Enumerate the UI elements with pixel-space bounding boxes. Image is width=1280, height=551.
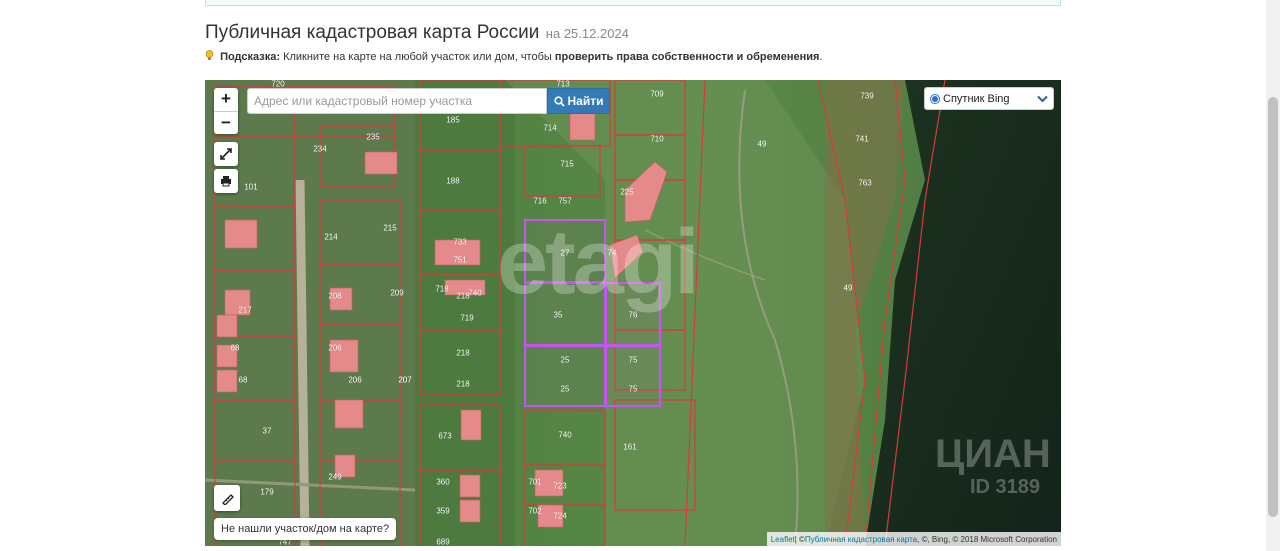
plot-number-label[interactable]: 723 bbox=[553, 482, 566, 491]
search-button-label: Найти bbox=[567, 94, 604, 108]
plot-number-label[interactable]: 206 bbox=[328, 344, 341, 353]
plot-number-label[interactable]: 360 bbox=[436, 478, 449, 487]
chevron-down-icon bbox=[1037, 95, 1048, 102]
cadastral-map[interactable]: 720 713 709 739 185 714 710 235 234 49 741 715 101 18… bbox=[205, 80, 1061, 546]
plot-number-label[interactable]: 101 bbox=[244, 183, 257, 192]
lightbulb-icon bbox=[205, 50, 214, 60]
plot-number-label[interactable]: 37 bbox=[263, 427, 272, 436]
page-scrollbar[interactable] bbox=[1266, 0, 1280, 551]
pkk-link[interactable]: Публичная кадастровая карта bbox=[805, 535, 917, 544]
plot-number-label[interactable]: 718 bbox=[435, 285, 448, 294]
plot-number-label[interactable]: 741 bbox=[855, 135, 868, 144]
plot-number-label[interactable]: 75 bbox=[629, 356, 638, 365]
print-button[interactable] bbox=[214, 169, 238, 193]
plot-number-label[interactable]: 185 bbox=[446, 116, 459, 125]
page-title: Публичная кадастровая карта России bbox=[205, 22, 540, 43]
search-icon bbox=[553, 95, 565, 107]
plot-number-label[interactable]: 673 bbox=[438, 432, 451, 441]
plot-number-label[interactable]: 68 bbox=[239, 376, 248, 385]
etagi-watermark: etagi bbox=[497, 211, 700, 313]
plot-number-label[interactable]: 716 bbox=[533, 197, 546, 206]
zoom-out-button[interactable]: − bbox=[214, 111, 238, 134]
hint-line: Подсказка: Кликните на карте на любой уч… bbox=[205, 50, 822, 63]
cadastral-search-input[interactable] bbox=[247, 88, 547, 114]
plot-number-label[interactable]: 702 bbox=[528, 507, 541, 516]
map-attribution: Leaflet | © Публичная кадастровая карта … bbox=[766, 532, 1061, 546]
plot-number-label[interactable]: 214 bbox=[324, 233, 337, 242]
search-button[interactable]: Найти bbox=[547, 88, 610, 114]
plot-not-found-button[interactable]: Не нашли участок/дом на карте? bbox=[214, 518, 397, 540]
plot-number-label[interactable]: 751 bbox=[453, 256, 466, 265]
plot-number-label[interactable]: 188 bbox=[446, 177, 459, 186]
plot-number-label[interactable]: 719 bbox=[460, 314, 473, 323]
plot-number-label[interactable]: 49 bbox=[758, 140, 767, 149]
plot-number-label[interactable]: 733 bbox=[453, 238, 466, 247]
plot-number-label[interactable]: 218 bbox=[456, 380, 469, 389]
plot-number-label[interactable]: 25 bbox=[561, 385, 570, 394]
hint-end: . bbox=[819, 51, 823, 63]
plot-number-label[interactable]: 235 bbox=[366, 133, 379, 142]
ruler-icon bbox=[221, 493, 234, 505]
print-icon bbox=[221, 176, 231, 187]
fullscreen-button[interactable] bbox=[214, 142, 238, 166]
zoom-controls: + − bbox=[214, 88, 238, 134]
zoom-in-button[interactable]: + bbox=[214, 88, 238, 111]
basemap-layer-select[interactable]: Спутник Bing bbox=[924, 87, 1054, 110]
measure-button[interactable] bbox=[214, 485, 240, 511]
plot-number-label[interactable]: 161 bbox=[623, 443, 636, 452]
plot-number-label[interactable]: 739 bbox=[860, 92, 873, 101]
plot-number-label[interactable]: 49 bbox=[844, 284, 853, 293]
plot-number-label[interactable]: 206 bbox=[348, 376, 361, 385]
hint-label: Подсказка: bbox=[220, 51, 281, 63]
plot-number-label[interactable]: 701 bbox=[528, 478, 541, 487]
plot-number-label[interactable]: 217 bbox=[238, 306, 251, 315]
page: Публичная кадастровая карта России на 25… bbox=[0, 0, 1280, 551]
leaflet-link[interactable]: Leaflet bbox=[771, 535, 795, 544]
plot-number-label[interactable]: 215 bbox=[383, 224, 396, 233]
expand-icon bbox=[220, 148, 232, 160]
plot-number-label[interactable]: 715 bbox=[560, 160, 573, 169]
attribution-rest: , ©, Bing, © 2018 Microsoft Corporation bbox=[917, 534, 1057, 544]
page-header: Публичная кадастровая карта России на 25… bbox=[205, 22, 629, 44]
plot-number-label[interactable]: 724 bbox=[553, 512, 566, 521]
hint-bold-text: проверить права собственности и обремене… bbox=[554, 51, 820, 63]
map-date: на 25.12.2024 bbox=[545, 26, 629, 41]
plot-number-label[interactable]: 25 bbox=[561, 356, 570, 365]
plot-number-label[interactable]: 179 bbox=[260, 488, 273, 497]
plot-number-label[interactable]: 740 bbox=[468, 289, 481, 298]
plot-number-label[interactable]: 249 bbox=[328, 473, 341, 482]
plot-number-label[interactable]: 225 bbox=[620, 188, 633, 197]
plot-number-label[interactable]: 68 bbox=[231, 344, 240, 353]
plot-number-label[interactable]: 757 bbox=[558, 197, 571, 206]
plot-number-label[interactable]: 710 bbox=[650, 135, 663, 144]
top-info-strip bbox=[205, 0, 1061, 6]
plot-number-label[interactable]: 209 bbox=[390, 289, 403, 298]
plot-number-label[interactable]: 740 bbox=[558, 431, 571, 440]
plot-number-label[interactable]: 207 bbox=[398, 376, 411, 385]
attribution-separator: | © bbox=[794, 534, 805, 544]
plot-number-label[interactable]: 218 bbox=[456, 349, 469, 358]
plot-number-label[interactable]: 75 bbox=[629, 385, 638, 394]
plot-number-label[interactable]: 208 bbox=[328, 292, 341, 301]
plot-number-label[interactable]: 234 bbox=[313, 145, 326, 154]
hint-text: Кликните на карте на любой участок или д… bbox=[283, 51, 552, 63]
listing-id-watermark: ID 3189 bbox=[970, 476, 1041, 498]
plot-number-label[interactable]: 709 bbox=[650, 90, 663, 99]
scrollbar-thumb[interactable] bbox=[1268, 97, 1278, 517]
plot-number-label[interactable]: 763 bbox=[858, 179, 871, 188]
plot-number-label[interactable]: 714 bbox=[543, 124, 556, 133]
basemap-layer-label: Спутник Bing bbox=[943, 92, 1010, 105]
radio-selected-icon bbox=[930, 93, 940, 104]
plot-number-label[interactable]: 359 bbox=[436, 507, 449, 516]
cian-watermark: ЦИАН bbox=[935, 432, 1051, 476]
plot-number-label[interactable]: 689 bbox=[436, 538, 449, 547]
